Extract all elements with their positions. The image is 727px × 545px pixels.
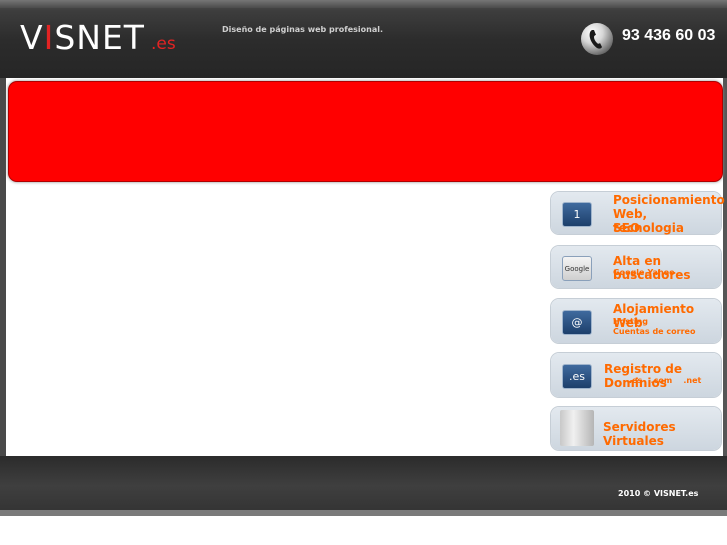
- service-buscadores-sub: Google,Yahoo: [613, 268, 675, 277]
- site-logo[interactable]: V I SNET .es: [20, 18, 176, 58]
- footer-bottom-strip: [0, 510, 727, 516]
- site-header: V I SNET .es Diseño de páginas web profesio…: [0, 0, 727, 78]
- at-sign-icon: @: [562, 310, 592, 335]
- logo-letter-v: V: [20, 18, 44, 57]
- service-dominios[interactable]: .es Registro de Dominios .es .com .net: [551, 353, 721, 397]
- right-frame-border: [723, 78, 727, 456]
- main-content-area: [6, 186, 550, 454]
- service-dominios-sub: .es .com .net: [629, 376, 702, 385]
- domain-es-icon: .es: [562, 364, 592, 389]
- rank-1-icon: 1: [562, 202, 592, 227]
- service-hosting-sub1: Hosting: [613, 317, 648, 326]
- phone-number[interactable]: 93 436 60 03: [622, 27, 715, 45]
- service-seo[interactable]: 1 Posicionamiento Web, tecnologia SEO: [551, 192, 725, 235]
- service-hosting-sub2: Cuentas de correo: [613, 327, 696, 336]
- service-servidores-title: Servidores Virtuales: [603, 420, 676, 448]
- logo-extension: .es: [150, 34, 176, 54]
- logo-letters-snet: SNET: [54, 18, 145, 57]
- service-buscadores[interactable]: Google Alta en buscadores Google,Yahoo: [551, 246, 721, 288]
- server-icon: [560, 410, 594, 446]
- footer-copyright: 2010 © VISNET.es: [618, 489, 699, 498]
- service-servidores[interactable]: Servidores Virtuales: [551, 407, 721, 450]
- logo-letter-i: I: [43, 18, 55, 57]
- site-tagline: Diseño de páginas web profesional.: [222, 25, 383, 34]
- red-banner: [9, 82, 722, 181]
- site-footer: [0, 456, 727, 516]
- service-seo-title-line3: SEO: [613, 221, 641, 235]
- page: V I SNET .es Diseño de páginas web profesio…: [0, 0, 727, 516]
- phone-icon: [581, 23, 613, 55]
- service-seo-title-line1: Posicionamiento: [613, 193, 725, 207]
- header-top-strip: [0, 0, 727, 8]
- google-icon: Google: [562, 256, 592, 281]
- service-hosting[interactable]: @ Alojamiento Web Hosting Cuentas de cor…: [551, 299, 721, 343]
